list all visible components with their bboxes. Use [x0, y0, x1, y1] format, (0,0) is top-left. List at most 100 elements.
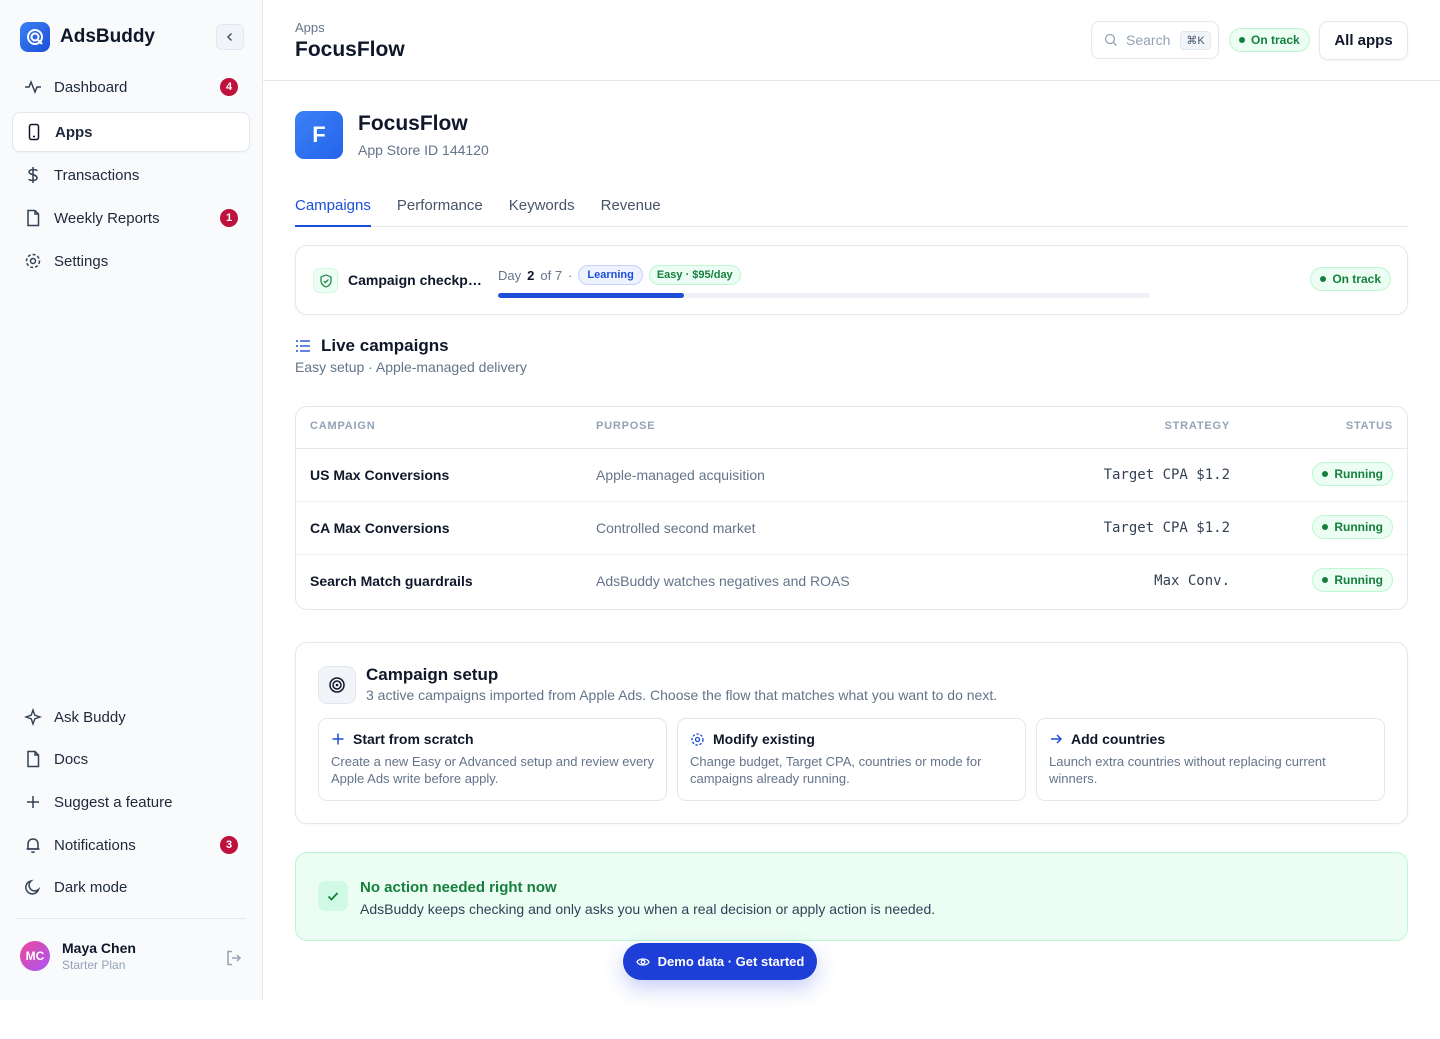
breadcrumb[interactable]: Apps	[295, 20, 325, 35]
option-title: Modify existing	[713, 731, 815, 747]
tab-revenue[interactable]: Revenue	[601, 186, 661, 227]
day-prefix: Day	[498, 267, 522, 283]
modify-existing-option[interactable]: Modify existing Change budget, Target CP…	[677, 718, 1026, 801]
checkpoint-day: Day 2 of 7 · Learning Easy · $95/day	[498, 265, 741, 285]
campaign-setup-title: Campaign setup	[366, 665, 499, 684]
status-label: On track	[1251, 33, 1300, 47]
user-profile[interactable]: MC Maya Chen Starter Plan	[20, 940, 136, 972]
learning-badge: Learning	[578, 265, 643, 285]
add-countries-option[interactable]: Add countries Launch extra countries wit…	[1036, 718, 1385, 801]
search-input[interactable]: Search ⌘K	[1091, 21, 1219, 59]
plus-icon	[332, 733, 344, 745]
checkpoint-progress-fill	[498, 293, 685, 298]
sidebar-divider	[16, 918, 246, 919]
status-dot-icon	[1239, 37, 1245, 43]
status-badge: Running	[1312, 515, 1393, 539]
sidebar-item-transactions[interactable]: Transactions	[12, 155, 250, 195]
status-badge: Running	[1312, 568, 1393, 592]
tab-campaigns[interactable]: Campaigns	[295, 186, 371, 227]
campaigns-table: CAMPAIGN PURPOSE STRATEGY STATUS US Max …	[295, 406, 1408, 610]
status-label: On track	[1332, 272, 1381, 286]
status-dot-icon	[1320, 276, 1327, 282]
sidebar-item-label: Docs	[54, 750, 89, 768]
logout-button[interactable]	[224, 948, 244, 968]
all-apps-button[interactable]: All apps	[1319, 21, 1408, 60]
tab-bar: Campaigns Performance Keywords Revenue	[295, 186, 1408, 227]
status-label: Running	[1334, 467, 1383, 481]
smartphone-icon	[25, 123, 43, 141]
brand[interactable]: AdsBuddy	[20, 22, 155, 52]
plus-icon	[24, 793, 42, 811]
sidebar-item-label: Weekly Reports	[54, 209, 160, 227]
sidebar-item-label: Suggest a feature	[54, 793, 173, 811]
sidebar-item-apps[interactable]: Apps	[12, 112, 250, 152]
sidebar-item-label: Apps	[55, 123, 93, 141]
column-header-campaign[interactable]: CAMPAIGN	[310, 420, 375, 432]
campaign-checkpoint-card[interactable]: Campaign checkpoint Day 2 of 7 · Learning …	[295, 245, 1408, 315]
search-icon	[1104, 33, 1117, 46]
gear-icon	[24, 252, 42, 270]
mode-budget-badge: Easy · $95/day	[648, 265, 741, 285]
target-icon	[318, 666, 356, 704]
sidebar-item-notifications[interactable]: Notifications 3	[12, 825, 250, 865]
sidebar-item-ask-buddy[interactable]: Ask Buddy	[12, 697, 250, 737]
brand-name: AdsBuddy	[60, 26, 155, 47]
day-current: 2	[527, 267, 535, 283]
no-action-body: AdsBuddy keeps checking and only asks yo…	[360, 901, 936, 917]
column-header-purpose[interactable]: PURPOSE	[596, 420, 655, 432]
checkpoint-title: Campaign checkpoint	[348, 272, 484, 288]
status-dot-icon	[1322, 577, 1329, 583]
status-badge: Running	[1312, 462, 1393, 486]
top-header: Apps FocusFlow Search ⌘K On track All ap…	[263, 0, 1440, 81]
shield-check-icon	[313, 268, 338, 293]
column-header-strategy[interactable]: STRATEGY	[1165, 420, 1230, 432]
option-description: Launch extra countries without replacing…	[1049, 754, 1326, 786]
arrow-right-icon	[1051, 734, 1063, 744]
campaign-strategy: Target CPA $1.2	[1103, 467, 1230, 483]
table-row[interactable]: CA Max Conversions Controlled second mar…	[296, 502, 1407, 555]
sidebar-item-label: Ask Buddy	[54, 708, 126, 726]
file-icon	[24, 209, 42, 227]
sparkle-icon	[24, 708, 42, 726]
status-dot-icon	[1322, 524, 1329, 530]
notifications-count-badge: 3	[220, 836, 238, 854]
sidebar-item-docs[interactable]: Docs	[12, 739, 250, 779]
logout-icon	[227, 950, 242, 966]
tab-performance[interactable]: Performance	[397, 186, 483, 227]
sidebar-item-suggest-feature[interactable]: Suggest a feature	[12, 782, 250, 822]
tab-keywords[interactable]: Keywords	[509, 186, 575, 227]
user-plan: Starter Plan	[62, 958, 126, 972]
campaign-name: US Max Conversions	[310, 467, 450, 483]
file-icon	[24, 750, 42, 768]
user-name: Maya Chen	[62, 940, 136, 956]
live-campaigns-heading: Live campaigns	[295, 336, 449, 356]
dark-mode-toggle[interactable]: Dark mode	[12, 867, 250, 907]
sidebar-item-label: Transactions	[54, 166, 140, 184]
campaign-strategy: Target CPA $1.2	[1103, 520, 1230, 536]
status-dot-icon	[1322, 471, 1329, 477]
demo-label: Demo data · Get started	[657, 954, 805, 969]
column-header-status[interactable]: STATUS	[1346, 420, 1393, 432]
collapse-sidebar-button[interactable]	[216, 24, 244, 50]
dollar-icon	[24, 166, 42, 184]
sidebar-item-dashboard[interactable]: Dashboard 4	[12, 67, 250, 107]
live-campaigns-title: Live campaigns	[321, 336, 449, 355]
app-name: FocusFlow	[358, 112, 468, 135]
table-header: CAMPAIGN PURPOSE STRATEGY STATUS	[296, 407, 1407, 449]
bell-icon	[24, 836, 42, 854]
checkpoint-status-badge: On track	[1310, 267, 1391, 291]
table-row[interactable]: Search Match guardrails AdsBuddy watches…	[296, 555, 1407, 608]
sidebar: AdsBuddy Dashboard 4 Apps Transactions W…	[0, 0, 263, 1000]
status-label: Running	[1334, 573, 1383, 587]
campaign-purpose: Controlled second market	[596, 520, 756, 536]
sidebar-item-settings[interactable]: Settings	[12, 241, 250, 281]
sidebar-item-weekly-reports[interactable]: Weekly Reports 1	[12, 198, 250, 238]
sidebar-item-label: Dashboard	[54, 78, 128, 96]
live-campaigns-subtitle: Easy setup · Apple-managed delivery	[295, 359, 527, 375]
campaign-name: Search Match guardrails	[310, 573, 473, 589]
start-from-scratch-option[interactable]: Start from scratch Create a new Easy or …	[318, 718, 667, 801]
demo-data-get-started-button[interactable]: Demo data · Get started	[623, 943, 817, 980]
option-title: Add countries	[1071, 731, 1166, 747]
sidebar-item-label: Settings	[54, 252, 109, 270]
table-row[interactable]: US Max Conversions Apple-managed acquisi…	[296, 449, 1407, 502]
